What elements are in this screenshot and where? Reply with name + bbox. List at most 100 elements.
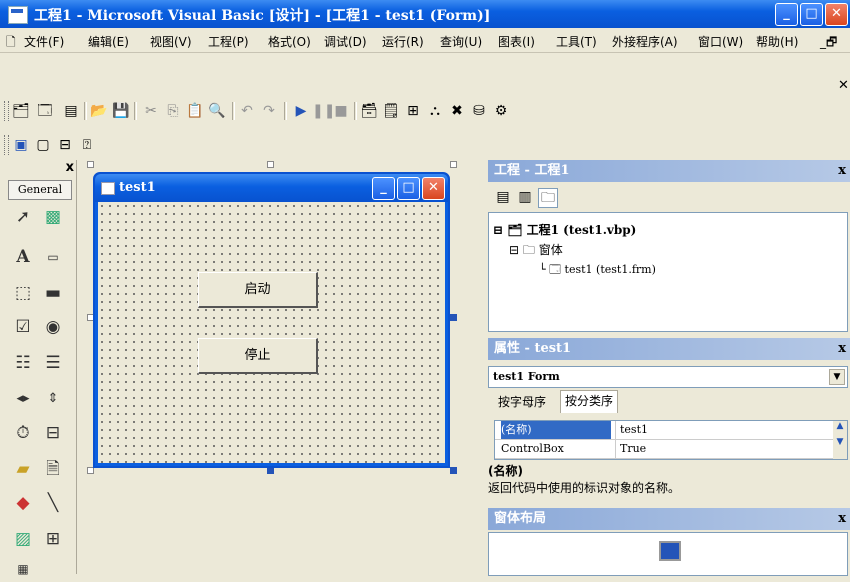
form-window[interactable]: test1 _ □ ✕ 启动 停止 [93,172,450,468]
mdi-close-icon[interactable]: ✕ [838,78,849,93]
chevron-down-icon[interactable]: ▼ [829,369,845,385]
toolbox-close-icon[interactable]: x [66,160,74,175]
bring-to-front-icon[interactable]: ▣ [12,136,30,154]
object-selector-dropdown[interactable]: test1 Form ▼ [488,366,848,388]
menu-debug[interactable]: 调试(D) [324,33,367,50]
tree-node-project[interactable]: ⊟ 🗂 工程1 (test1.vbp) [493,221,636,238]
object-browser-icon[interactable]: ⛬ [426,102,444,120]
checkbox-icon[interactable]: ☑ [10,314,36,340]
menu-tools[interactable]: 工具(T) [556,33,597,50]
close-button[interactable]: ✕ [825,3,848,26]
align-icon[interactable]: ⊟ [56,136,74,154]
combobox-icon[interactable]: ☷ [10,350,36,376]
tree-node-form-file[interactable]: └ 🗔 test1 (test1.frm) [539,261,656,280]
toolbar-grip[interactable] [4,101,9,121]
open-project-icon[interactable]: 📂 [90,102,108,120]
toolbar-grip-2[interactable] [4,135,9,155]
property-value[interactable]: test1 [615,421,830,439]
dirlistbox-icon[interactable]: ▰ [10,456,36,482]
menu-window[interactable]: 窗口(W) [698,33,743,50]
menu-format[interactable]: 格式(O) [268,33,311,50]
form-layout-icon[interactable]: ⊞ [404,102,422,120]
data-control-icon[interactable]: ⊞ [40,526,66,552]
tab-categorized[interactable]: 按分类序 [560,390,619,413]
listbox-icon[interactable]: ☰ [40,350,66,376]
shape-icon[interactable]: ◆ [10,490,36,516]
menu-help[interactable]: 帮助(H) [756,33,798,50]
send-to-back-icon[interactable]: ▢ [34,136,52,154]
menu-query[interactable]: 查询(U) [440,33,482,50]
cut-icon[interactable]: ✂ [142,102,160,120]
copy-icon[interactable]: ⎘ [164,102,182,120]
pointer-icon[interactable]: ➚ [10,204,36,230]
resize-handle-tc[interactable] [267,161,274,168]
redo-icon[interactable]: ↷ [260,102,278,120]
menu-doc-icon[interactable]: 🗋 [6,33,16,54]
textbox-icon[interactable]: ▭ [40,244,66,270]
resize-handle-tl[interactable] [87,161,94,168]
tab-alphabetic[interactable]: 按字母序 [494,392,550,412]
line-icon[interactable]: ╲ [40,490,66,516]
menu-file[interactable]: 文件(F) [24,33,64,50]
properties-window-icon[interactable]: 🗒 [382,102,400,120]
form-maximize-button[interactable]: □ [397,177,420,200]
menu-editor-icon[interactable]: ▤ [62,102,80,120]
vscrollbar-icon[interactable]: ⇕ [40,386,66,412]
resize-handle-bl[interactable] [87,467,94,474]
maximize-button[interactable]: □ [800,3,823,26]
form-close-button[interactable]: ✕ [422,177,445,200]
start-command-button[interactable]: 启动 [198,272,318,308]
image-icon[interactable]: ▨ [10,526,36,552]
label-icon[interactable]: A [10,244,36,270]
resize-handle-mr[interactable] [450,314,457,321]
form-title-bar[interactable]: test1 _ □ ✕ [95,174,448,202]
commandbutton-icon[interactable]: ▬ [40,280,66,306]
view-code-icon[interactable]: ▤ [494,188,512,206]
property-value[interactable]: True [615,440,830,458]
form-minimize-button[interactable]: _ [372,177,395,200]
end-icon[interactable]: ■ [332,102,350,120]
find-icon[interactable]: 🔍 [208,102,226,120]
form-grid-canvas[interactable]: 启动 停止 [98,202,445,463]
menu-view[interactable]: 视图(V) [150,33,192,50]
picturebox-icon[interactable]: ▩ [40,204,66,230]
drivelistbox-icon[interactable]: ⊟ [40,420,66,446]
break-icon[interactable]: ❚❚ [312,102,335,120]
properties-scrollbar[interactable]: ▲ ▼ [833,421,847,459]
component-manager-icon[interactable]: ⚙ [492,102,510,120]
resize-handle-br[interactable] [450,467,457,474]
resize-handle-tr[interactable] [450,161,457,168]
start-icon[interactable]: ▶ [292,102,310,120]
optionbutton-icon[interactable]: ◉ [40,314,66,340]
properties-panel-close-icon[interactable]: x [838,338,846,360]
toolbox-general-tab[interactable]: General [8,180,72,200]
mdi-restore-icon[interactable]: _🗗 [820,33,837,54]
frame-icon[interactable]: ⬚ [10,280,36,306]
menu-diagram[interactable]: 图表(I) [498,33,535,50]
scroll-up-icon[interactable]: ▲ [833,421,847,431]
resize-handle-bc[interactable] [267,467,274,474]
stop-command-button[interactable]: 停止 [198,338,318,374]
ole-icon[interactable]: ▦ [10,556,36,582]
save-project-icon[interactable]: 💾 [112,102,130,120]
timer-icon[interactable]: ⏱ [10,420,36,446]
add-form-icon[interactable]: 🗔 [36,102,54,120]
menu-edit[interactable]: 编辑(E) [88,33,129,50]
toolbox-icon[interactable]: ✖ [448,102,466,120]
property-row[interactable]: ControlBox True [495,440,847,459]
property-row[interactable]: (名称) test1 [495,421,847,440]
toggle-folders-icon[interactable]: 🗀 [538,188,558,208]
menu-addins[interactable]: 外接程序(A) [612,33,678,50]
add-project-icon[interactable]: 🗂 [12,102,30,120]
layout-panel-close-icon[interactable]: x [838,508,846,530]
view-object-icon[interactable]: ▥ [516,188,534,206]
form-layout-preview-icon[interactable] [659,541,681,561]
minimize-button[interactable]: _ [775,3,798,26]
menu-project[interactable]: 工程(P) [208,33,249,50]
filelistbox-icon[interactable]: 🗎 [40,456,66,482]
tree-node-forms-folder[interactable]: ⊟ 🗀 窗体 [509,241,563,262]
hscrollbar-icon[interactable]: ◂▸ [10,386,36,412]
scroll-down-icon[interactable]: ▼ [833,437,847,447]
project-explorer-icon[interactable]: 🗃 [360,102,378,120]
undo-icon[interactable]: ↶ [238,102,256,120]
